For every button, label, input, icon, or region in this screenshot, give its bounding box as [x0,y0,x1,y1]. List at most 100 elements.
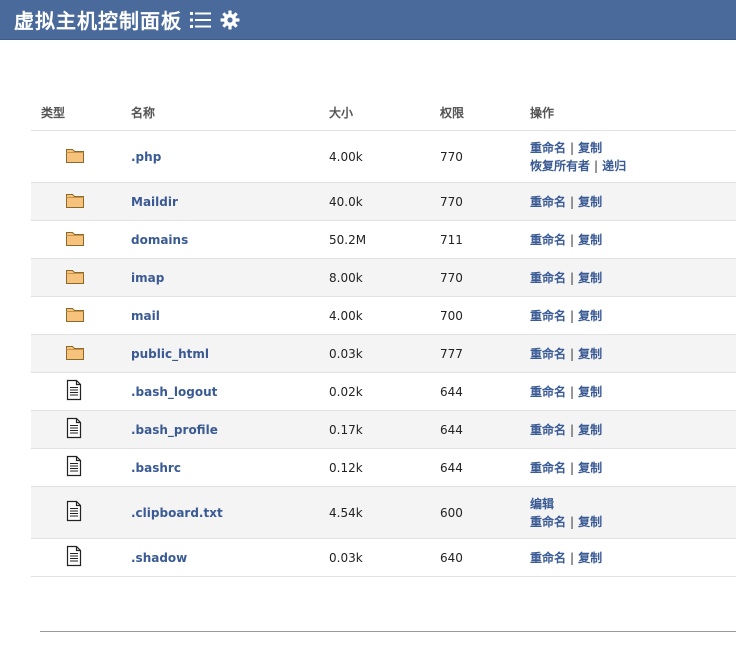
cell-actions: 重命名 | 复制 [520,220,736,259]
action-link[interactable]: 重命名 [530,385,566,399]
file-name-link[interactable]: .shadow [131,551,187,565]
action-link[interactable]: 复制 [578,141,602,155]
cell-size: 4.00k [319,296,430,335]
cell-name: domains [121,220,319,259]
action-line: 重命名 | 复制 [530,307,726,325]
cell-type [31,410,121,449]
cell-actions: 重命名 | 复制 [520,448,736,487]
file-icon[interactable] [65,545,83,570]
cell-actions: 重命名 | 复制 [520,296,736,335]
cell-permission[interactable]: 600 [430,486,520,539]
cell-permission[interactable]: 644 [430,372,520,411]
action-link[interactable]: 重命名 [530,271,566,285]
action-link[interactable]: 重命名 [530,195,566,209]
cell-actions: 重命名 | 复制 恢复所有者 | 递归 [520,130,736,183]
column-header-size[interactable]: 大小 [319,94,430,131]
table-row[interactable]: mail 4.00k 700 重命名 | 复制 [31,296,736,335]
gear-icon[interactable] [220,10,240,30]
table-row[interactable]: .bashrc 0.12k 644 重命名 | 复制 [31,448,736,487]
folder-icon[interactable] [65,346,85,364]
action-link[interactable]: 重命名 [530,551,566,565]
file-name-link[interactable]: .bash_profile [131,423,218,437]
action-link[interactable]: 复制 [578,423,602,437]
file-icon[interactable] [65,500,83,525]
cell-permission[interactable]: 711 [430,220,520,259]
file-name-link[interactable]: .clipboard.txt [131,506,223,520]
list-menu-icon[interactable] [190,11,212,29]
table-row[interactable]: public_html 0.03k 777 重命名 | 复制 [31,334,736,373]
action-link[interactable]: 恢复所有者 [530,159,590,173]
action-line: 恢复所有者 | 递归 [530,157,726,175]
cell-actions: 重命名 | 复制 [520,258,736,297]
cell-type [31,220,121,259]
cell-permission[interactable]: 640 [430,538,520,577]
action-link[interactable]: 复制 [578,551,602,565]
table-row[interactable]: .bash_profile 0.17k 644 重命名 | 复制 [31,410,736,449]
file-icon[interactable] [65,455,83,480]
file-name-link[interactable]: mail [131,309,160,323]
cell-name: public_html [121,334,319,373]
cell-permission[interactable]: 770 [430,258,520,297]
action-link[interactable]: 重命名 [530,423,566,437]
action-link[interactable]: 重命名 [530,461,566,475]
cell-size: 4.00k [319,130,430,183]
action-link[interactable]: 重命名 [530,233,566,247]
file-name-link[interactable]: .bashrc [131,461,181,475]
table-row[interactable]: .shadow 0.03k 640 重命名 | 复制 [31,538,736,577]
cell-permission[interactable]: 700 [430,296,520,335]
column-header-name[interactable]: 名称 [121,94,319,131]
file-table: 类型 名称 大小 权限 操作 .php 4.00k 770 重命名 | 复制 恢复所有者 | 递… [31,94,736,577]
folder-icon[interactable] [65,194,85,212]
table-row[interactable]: .clipboard.txt 4.54k 600 编辑 重命名 | 复制 [31,486,736,539]
cell-size: 50.2M [319,220,430,259]
action-link[interactable]: 复制 [578,309,602,323]
table-row[interactable]: Maildir 40.0k 770 重命名 | 复制 [31,182,736,221]
folder-icon[interactable] [65,149,85,167]
table-row[interactable]: .php 4.00k 770 重命名 | 复制 恢复所有者 | 递归 [31,130,736,183]
cell-size: 8.00k [319,258,430,297]
cell-size: 0.12k [319,448,430,487]
cell-type [31,296,121,335]
action-line: 重命名 | 复制 [530,193,726,211]
file-name-link[interactable]: .bash_logout [131,385,217,399]
cell-permission[interactable]: 770 [430,182,520,221]
cell-permission[interactable]: 644 [430,410,520,449]
action-link[interactable]: 重命名 [530,347,566,361]
app-title: 虚拟主机控制面板 [14,9,182,33]
cell-size: 0.03k [319,538,430,577]
action-link[interactable]: 重命名 [530,515,566,529]
action-link[interactable]: 重命名 [530,309,566,323]
column-header-permission[interactable]: 权限 [430,94,520,131]
file-icon[interactable] [65,417,83,442]
cell-size: 4.54k [319,486,430,539]
folder-icon[interactable] [65,308,85,326]
file-name-link[interactable]: Maildir [131,195,178,209]
folder-icon[interactable] [65,232,85,250]
cell-name: .bash_profile [121,410,319,449]
file-name-link[interactable]: .php [131,150,161,164]
table-row[interactable]: .bash_logout 0.02k 644 重命名 | 复制 [31,372,736,411]
file-name-link[interactable]: public_html [131,347,209,361]
column-header-type[interactable]: 类型 [31,94,121,131]
action-link[interactable]: 复制 [578,385,602,399]
action-link[interactable]: 复制 [578,461,602,475]
action-link[interactable]: 递归 [602,159,626,173]
action-link[interactable]: 复制 [578,233,602,247]
cell-permission[interactable]: 770 [430,130,520,183]
cell-permission[interactable]: 777 [430,334,520,373]
cell-permission[interactable]: 644 [430,448,520,487]
action-line: 编辑 [530,495,726,513]
action-separator: | [570,550,575,565]
folder-icon[interactable] [65,270,85,288]
file-name-link[interactable]: domains [131,233,188,247]
action-link[interactable]: 复制 [578,347,602,361]
file-name-link[interactable]: imap [131,271,164,285]
table-row[interactable]: domains 50.2M 711 重命名 | 复制 [31,220,736,259]
table-row[interactable]: imap 8.00k 770 重命名 | 复制 [31,258,736,297]
action-link[interactable]: 复制 [578,515,602,529]
action-link[interactable]: 重命名 [530,141,566,155]
file-icon[interactable] [65,379,83,404]
action-link[interactable]: 复制 [578,195,602,209]
action-link[interactable]: 编辑 [530,497,554,511]
action-link[interactable]: 复制 [578,271,602,285]
